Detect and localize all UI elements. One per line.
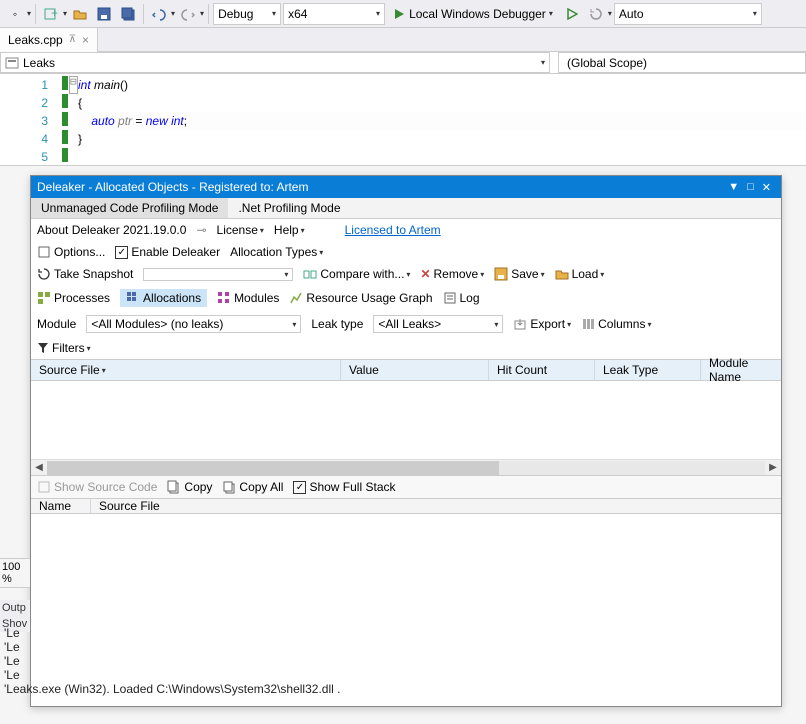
columns-button[interactable]: Columns ▾ (581, 317, 651, 331)
licensed-to-link[interactable]: Licensed to Artem (345, 223, 441, 237)
log-tab[interactable]: Log (443, 291, 480, 305)
start-debugger-button[interactable]: Local Windows Debugger ▾ (387, 3, 559, 25)
save-icon[interactable] (93, 3, 115, 25)
processes-tab[interactable]: Processes (37, 291, 110, 305)
save-button[interactable]: Save ▾ (494, 267, 544, 281)
modules-tab[interactable]: Modules (217, 291, 279, 305)
auto-combo[interactable]: Auto▾ (614, 3, 762, 25)
dropdown-arrow-icon[interactable]: ▾ (608, 9, 612, 18)
options-button[interactable]: Options... (37, 245, 105, 259)
start-without-debug-icon[interactable] (561, 3, 583, 25)
module-label: Module (37, 317, 76, 331)
scope-file-combo[interactable]: Leaks ▾ (0, 52, 550, 73)
platform-combo[interactable]: x64▾ (283, 3, 385, 25)
code-editor[interactable]: 1 2 3 4 5 ⊟ int main() { auto ptr = new … (0, 74, 806, 166)
dropdown-icon[interactable]: ▼ (724, 181, 743, 193)
scope-global-combo[interactable]: (Global Scope) (558, 52, 806, 73)
nav-back-icon[interactable]: ◦ (4, 3, 26, 25)
panel-title: Deleaker - Allocated Objects - Registere… (37, 180, 308, 194)
show-source-button[interactable]: Show Source Code (37, 480, 157, 494)
about-link[interactable]: About Deleaker 2021.19.0.0 (37, 223, 186, 237)
scope-bar: Leaks ▾ (Global Scope) (0, 52, 806, 74)
license-menu[interactable]: License ▾ (217, 223, 264, 237)
maximize-icon[interactable]: □ (743, 181, 758, 193)
leak-type-combo[interactable]: <All Leaks>▾ (373, 315, 503, 333)
show-full-stack-checkbox[interactable]: ✓Show Full Stack (293, 480, 395, 494)
code-content[interactable]: int main() { auto ptr = new int; } (78, 74, 806, 165)
line-numbers: 1 2 3 4 5 (0, 74, 60, 165)
pin-icon[interactable]: ⊼ (69, 34, 76, 45)
module-combo[interactable]: <All Modules> (no leaks)▾ (86, 315, 301, 333)
copy-button[interactable]: Copy (167, 480, 212, 494)
help-menu[interactable]: Help ▾ (274, 223, 305, 237)
main-toolbar: ◦ ▾ + ▾ ▾ ▾ Debug▾ x64▾ Local Windows De… (0, 0, 806, 28)
document-tabs: Leaks.cpp ⊼ × (0, 28, 806, 52)
col-module-name[interactable]: Module Name (701, 360, 781, 380)
dropdown-arrow-icon[interactable]: ▾ (27, 9, 31, 18)
resource-graph-tab[interactable]: Resource Usage Graph (289, 291, 432, 305)
close-icon[interactable]: × (82, 33, 89, 47)
file-tab-leaks[interactable]: Leaks.cpp ⊼ × (0, 28, 98, 52)
redo-icon[interactable] (177, 3, 199, 25)
undo-icon[interactable] (148, 3, 170, 25)
horizontal-scrollbar[interactable]: ◀ ▶ (31, 459, 781, 475)
col-leak-type[interactable]: Leak Type (595, 360, 701, 380)
allocations-tab[interactable]: Allocations (120, 289, 207, 307)
deleaker-titlebar[interactable]: Deleaker - Allocated Objects - Registere… (31, 176, 781, 198)
copy-all-button[interactable]: Copy All (222, 480, 283, 494)
load-button[interactable]: Load ▾ (555, 267, 605, 281)
zoom-level[interactable]: 100 % (0, 558, 30, 588)
change-markers: ⊟ (60, 74, 78, 165)
config-combo[interactable]: Debug▾ (213, 3, 281, 25)
stack-table-header: Name Source File (31, 499, 781, 514)
allocation-types-menu[interactable]: Allocation Types ▾ (230, 245, 323, 259)
output-window[interactable]: 'Le 'Le 'Le 'Le 'Leaks.exe (Win32). Load… (4, 626, 340, 696)
col-hit-count[interactable]: Hit Count (489, 360, 595, 380)
col-name[interactable]: Name (31, 499, 91, 513)
save-all-icon[interactable] (117, 3, 139, 25)
enable-deleaker-checkbox[interactable]: ✓Enable Deleaker (115, 245, 220, 259)
compare-button[interactable]: Compare with... ▾ (303, 267, 410, 281)
col-source-file[interactable]: Source File ▾ (31, 360, 341, 380)
dropdown-arrow-icon[interactable]: ▾ (171, 9, 175, 18)
remove-button[interactable]: ✕Remove ▾ (420, 267, 484, 281)
take-snapshot-button[interactable]: Take Snapshot (37, 267, 133, 281)
svg-text:+: + (51, 7, 58, 20)
filters-button[interactable]: Filters ▾ (37, 341, 91, 355)
new-item-icon[interactable]: + (40, 3, 62, 25)
tab-label: Leaks.cpp (8, 33, 63, 47)
tab-unmanaged[interactable]: Unmanaged Code Profiling Mode (31, 198, 228, 218)
left-edge: 100 % Outp Shov (0, 558, 30, 632)
leak-type-label: Leak type (311, 317, 363, 331)
profiling-mode-tabs: Unmanaged Code Profiling Mode .Net Profi… (31, 198, 781, 219)
allocations-table-body[interactable] (31, 381, 781, 459)
col-source-file-2[interactable]: Source File (91, 499, 781, 513)
refresh-icon[interactable] (585, 3, 607, 25)
col-value[interactable]: Value (341, 360, 489, 380)
output-tab-label[interactable]: Outp (0, 600, 30, 616)
dropdown-arrow-icon[interactable]: ▾ (63, 9, 67, 18)
tab-net[interactable]: .Net Profiling Mode (228, 198, 350, 218)
close-icon[interactable]: ✕ (758, 181, 775, 194)
export-button[interactable]: Export ▾ (513, 317, 571, 331)
snapshot-combo[interactable]: ▾ (143, 268, 293, 281)
open-icon[interactable] (69, 3, 91, 25)
dropdown-arrow-icon[interactable]: ▾ (200, 9, 204, 18)
allocations-table-header: Source File ▾ Value Hit Count Leak Type … (31, 359, 781, 381)
